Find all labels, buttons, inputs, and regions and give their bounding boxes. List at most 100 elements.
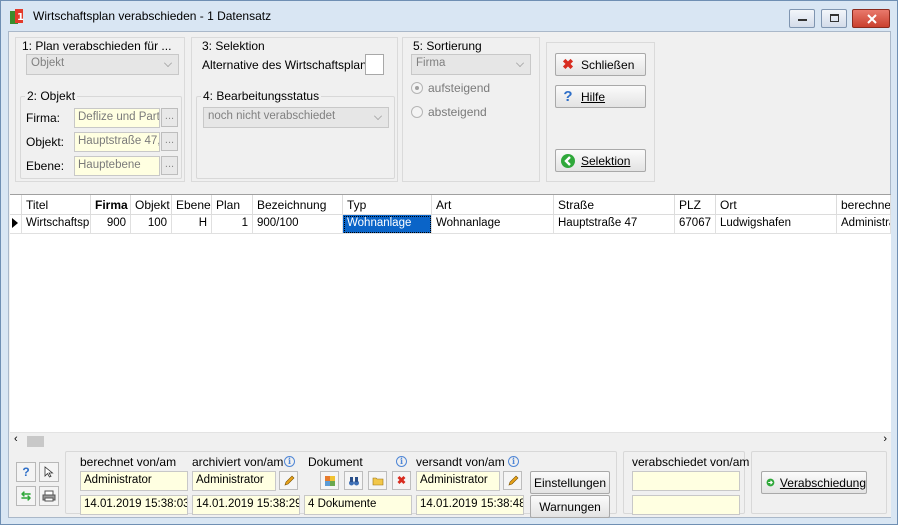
close-window-button[interactable] (852, 9, 890, 28)
help-icon[interactable]: ? (16, 462, 36, 482)
status-value: noch nicht verabschiedet (208, 110, 336, 122)
versandt-edit-button[interactable] (503, 471, 522, 490)
table-cell[interactable]: 67067 (675, 215, 716, 234)
sort-combo[interactable]: Firma (411, 54, 531, 75)
column-header[interactable]: Ort (716, 195, 837, 215)
column-header[interactable]: PLZ (675, 195, 716, 215)
status-group: 4: Bearbeitungsstatus noch nicht verabsc… (196, 89, 395, 179)
column-header[interactable]: Art (432, 195, 554, 215)
help-icon: ? (563, 88, 573, 105)
column-header-sorted[interactable]: Firma (91, 195, 131, 215)
table-cell[interactable]: Hauptstraße 47 (554, 215, 675, 234)
minimize-icon (798, 19, 807, 21)
dokument-label: Dokument (308, 455, 363, 469)
ascending-radio[interactable] (411, 82, 423, 94)
column-header[interactable]: Objekt (131, 195, 172, 215)
scroll-left-icon[interactable]: ‹ (14, 433, 18, 445)
dokument-field[interactable]: 4 Dokumente (304, 495, 412, 515)
table-cell-selected[interactable]: Wohnanlage (343, 215, 432, 234)
table-cell[interactable]: 900/100 (253, 215, 343, 234)
help-button[interactable]: ? Hilfe (555, 85, 646, 108)
ebene-field[interactable]: Hauptebene (74, 156, 160, 176)
column-header[interactable]: Ebene (172, 195, 212, 215)
info-icon[interactable]: i (396, 456, 407, 467)
column-header[interactable]: Plan (212, 195, 253, 215)
firma-ellipsis-button[interactable]: ... (161, 108, 178, 127)
status-combo[interactable]: noch nicht verabschiedet (203, 107, 389, 128)
column-header[interactable]: Titel (22, 195, 91, 215)
ebene-ellipsis-button[interactable]: ... (161, 156, 178, 175)
verabschiedet-date-field[interactable] (632, 495, 740, 515)
verabschiedet-user-field[interactable] (632, 471, 740, 491)
scroll-thumb[interactable] (27, 436, 44, 447)
archiviert-date-field[interactable]: 14.01.2019 15:38:29 (192, 495, 300, 515)
column-header[interactable]: Bezeichnung (253, 195, 343, 215)
left-panel: 1: Plan verabschieden für ... Objekt 2: … (15, 37, 185, 182)
info-icon[interactable]: i (284, 456, 295, 467)
refresh-icon[interactable]: ⇆ (16, 486, 36, 506)
archiviert-label: archiviert von/am (192, 455, 284, 469)
close-x-icon: ✖ (562, 56, 574, 72)
title-bar[interactable]: 1 Wirtschaftsplan verabschieden - 1 Date… (1, 1, 897, 31)
document-new-button[interactable] (320, 471, 339, 490)
descending-radio[interactable] (411, 106, 423, 118)
warnungen-button[interactable]: Warnungen (530, 495, 610, 518)
status-group-label: 4: Bearbeitungsstatus (201, 89, 322, 103)
document-open-button[interactable] (368, 471, 387, 490)
pointer-icon[interactable] (39, 462, 59, 482)
help-button-label: Hilfe (581, 89, 606, 104)
table-cell[interactable]: Wohnanlage (432, 215, 554, 234)
close-button[interactable]: ✖ Schließen (555, 53, 646, 76)
document-delete-button[interactable]: ✖ (392, 471, 411, 490)
table-cell[interactable]: H (172, 215, 212, 234)
scroll-right-icon[interactable]: › (883, 433, 887, 445)
firma-label: Firma: (26, 111, 60, 125)
info-icon[interactable]: i (508, 456, 519, 467)
column-header[interactable]: Typ (343, 195, 432, 215)
maximize-button[interactable] (821, 9, 847, 28)
berechnet-date-field[interactable]: 14.01.2019 15:38:03 (80, 495, 188, 515)
column-header[interactable]: Straße (554, 195, 675, 215)
alternative-field[interactable] (365, 54, 384, 75)
cursor-icon (44, 466, 54, 478)
versandt-user-field[interactable]: Administrator (416, 471, 500, 491)
archiviert-user-field[interactable]: Administrator (192, 471, 276, 491)
versandt-date-field[interactable]: 14.01.2019 15:38:48 (416, 495, 524, 515)
print-icon[interactable] (39, 486, 59, 506)
document-search-button[interactable] (344, 471, 363, 490)
minimize-button[interactable] (789, 9, 815, 28)
chevron-down-icon (374, 112, 382, 120)
berechnet-user-field[interactable]: Administrator (80, 471, 188, 491)
table-cell[interactable]: Ludwigshafen (716, 215, 837, 234)
row-indicator[interactable] (10, 215, 22, 234)
app-window: 1 Wirtschaftsplan verabschieden - 1 Date… (0, 0, 898, 525)
horizontal-scrollbar[interactable]: ‹ › (10, 432, 891, 449)
verabschiedung-label: Verabschiedung (779, 475, 866, 490)
delete-x-icon: ✖ (396, 475, 407, 487)
window-title: Wirtschaftsplan verabschieden - 1 Datens… (33, 9, 272, 23)
pencil-icon (284, 475, 294, 485)
close-icon (867, 14, 877, 24)
app-icon: 1 (10, 9, 24, 24)
objekt-field[interactable]: Hauptstraße 47, (74, 132, 160, 152)
verabschiedung-button[interactable]: Verabschiedung (761, 471, 867, 494)
archiviert-edit-button[interactable] (279, 471, 298, 490)
objekt-ellipsis-button[interactable]: ... (161, 132, 178, 151)
plan-for-value: Objekt (31, 57, 65, 69)
table-cell[interactable]: Administrat (837, 215, 891, 234)
alternative-label: Alternative des Wirtschaftsplans: (202, 58, 377, 72)
binoculars-icon (348, 476, 359, 485)
results-grid[interactable]: Titel Firma Objekt Ebene Plan Bezeichnun… (10, 194, 891, 448)
selektion-label: 3: Selektion (202, 39, 265, 53)
table-cell[interactable]: Wirtschaftspl (22, 215, 91, 234)
column-header[interactable]: berechnet (837, 195, 891, 215)
plan-for-combo[interactable]: Objekt (26, 54, 179, 75)
chevron-down-icon (516, 59, 524, 67)
einstellungen-button[interactable]: Einstellungen (530, 471, 610, 494)
close-button-label: Schließen (581, 57, 635, 72)
table-cell[interactable]: 900 (91, 215, 131, 234)
table-cell[interactable]: 100 (131, 215, 172, 234)
selection-button[interactable]: Selektion (555, 149, 646, 172)
table-cell[interactable]: 1 (212, 215, 253, 234)
firma-field[interactable]: Deflize und Partr (74, 108, 160, 128)
